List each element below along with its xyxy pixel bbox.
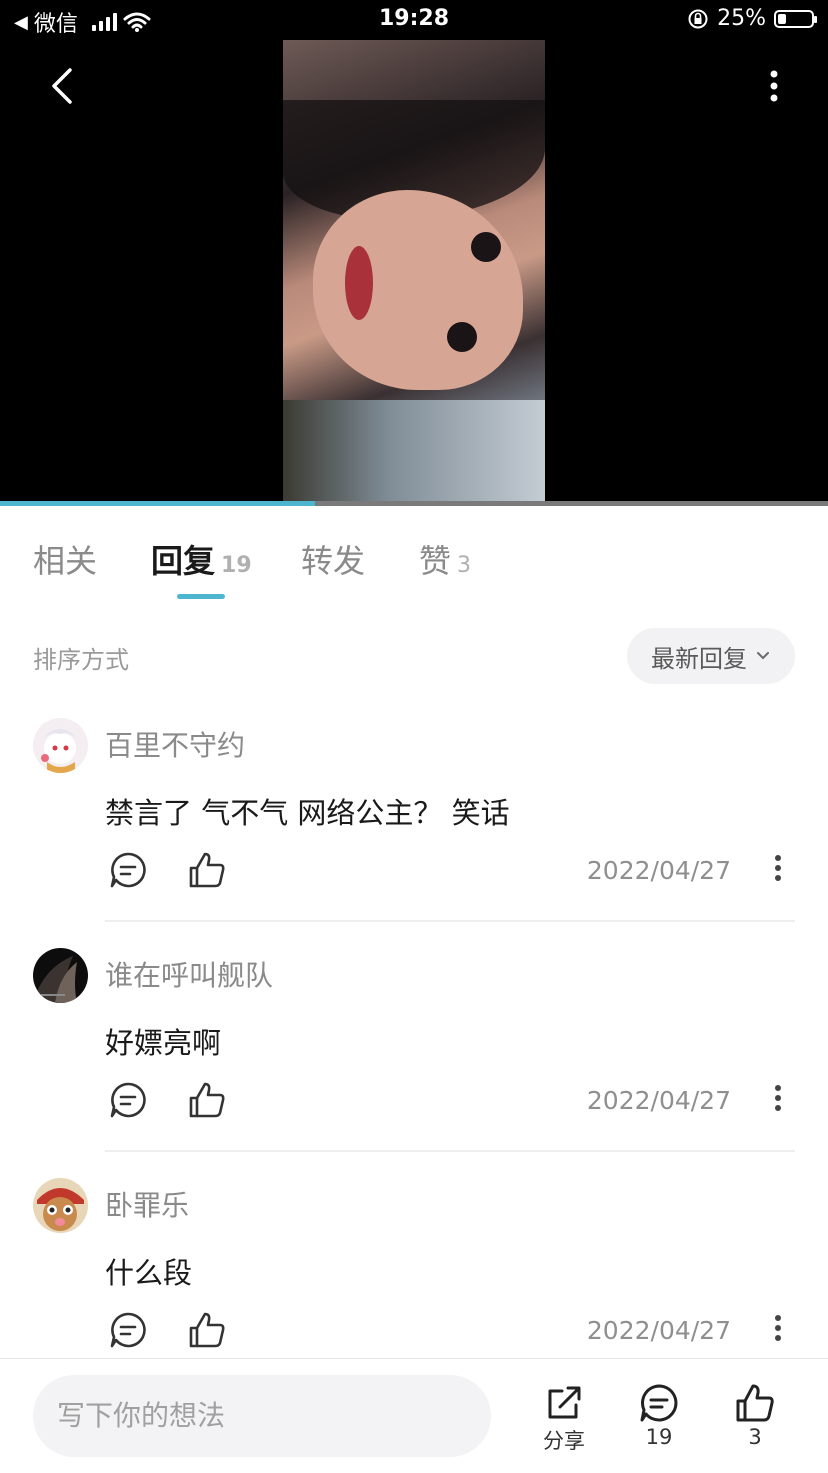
comment-more-button[interactable] [772,1082,784,1114]
comment-text: 什么段 [105,1256,193,1290]
tab-likes[interactable]: 赞3 [419,536,471,582]
video-image-part [471,232,501,262]
tab-label: 赞 [419,542,452,580]
video-progress-bar[interactable] [0,501,828,506]
sort-row: 排序方式 最新回复 [0,628,828,684]
status-right: 25% [687,6,817,31]
comment-username[interactable]: 卧罪乐 [105,1184,189,1224]
battery-percent: 25% [717,6,766,31]
reply-icon [110,852,146,888]
more-options-button[interactable] [764,68,784,104]
like-button[interactable] [187,1310,227,1350]
back-icon [52,68,72,104]
like-count-button[interactable]: 3 [723,1383,787,1449]
comment-username[interactable]: 百里不守约 [105,724,245,764]
bottom-bar: 写下你的想法 分享 19 3 [0,1358,828,1473]
reply-count-button[interactable]: 19 [627,1383,691,1449]
video-image-part [447,322,477,352]
more-vertical-icon [775,1315,781,1341]
video-image-part [345,246,373,320]
avatar-image [33,718,88,773]
share-icon [548,1386,581,1419]
tab-replies[interactable]: 回复 19 [151,536,252,582]
comment-username[interactable]: 谁在呼叫舰队 [105,954,273,994]
status-bar: ◀ 微信 19:28 25% [0,0,828,40]
reply-count: 19 [645,1425,673,1449]
comment-more-button[interactable] [772,852,784,884]
tab-count: 19 [221,553,252,578]
tab-bar: 相关 回复 19 转发 赞3 [0,520,828,600]
comment-text: 禁言了 气不气 网络公主？ 笑话 [105,796,510,830]
more-vertical-icon [775,1085,781,1111]
like-icon [189,1312,225,1348]
more-vertical-icon [775,855,781,881]
video-frame[interactable] [283,40,545,502]
reply-button[interactable] [108,850,148,890]
back-button[interactable] [40,62,84,110]
tab-label: 回复 [151,542,216,580]
comment-date: 2022/04/27 [586,1086,731,1115]
rotation-lock-icon [688,9,708,28]
comment-text: 好嫖亮啊 [105,1026,222,1060]
like-icon [189,852,225,888]
sort-label: 排序方式 [33,646,129,674]
share-label: 分享 [543,1429,585,1453]
divider [105,920,795,922]
comment-date: 2022/04/27 [586,1316,731,1345]
avatar-image [33,1178,88,1233]
reply-icon [110,1312,146,1348]
tab-reposts[interactable]: 转发 [301,536,365,582]
comment-date: 2022/04/27 [586,856,731,885]
tab-label: 相关 [33,542,98,580]
reply-icon [640,1384,678,1422]
share-button[interactable]: 分享 [532,1383,596,1455]
chevron-down-icon [757,652,769,660]
battery-icon [774,9,817,28]
comment-item[interactable]: 谁在呼叫舰队 好嫖亮啊 2022/04/27 [0,948,828,1178]
battery-fill [778,13,786,24]
reply-button[interactable] [108,1080,148,1120]
video-image-part [283,400,545,502]
tab-related[interactable]: 相关 [33,536,97,582]
comment-item[interactable]: 百里不守约 禁言了 气不气 网络公主？ 笑话 2022/04/27 [0,718,828,948]
comment-more-button[interactable] [772,1312,784,1344]
sort-current: 最新回复 [651,644,747,673]
video-progress-fill [0,501,315,506]
divider [105,1150,795,1152]
like-count: 3 [748,1425,762,1449]
more-vertical-icon [770,70,778,102]
video-player[interactable]: ◀ 微信 19:28 25% [0,0,828,506]
like-icon [189,1082,225,1118]
active-tab-indicator [177,594,225,599]
tab-label: 转发 [301,542,366,580]
tab-count: 3 [457,553,472,578]
reply-icon [110,1082,146,1118]
avatar[interactable] [33,1178,88,1233]
avatar-image [33,948,88,1003]
like-button[interactable] [187,1080,227,1120]
avatar[interactable] [33,948,88,1003]
comment-input[interactable]: 写下你的想法 [33,1375,491,1457]
like-icon [736,1384,774,1422]
sort-dropdown[interactable]: 最新回复 [627,628,795,684]
avatar[interactable] [33,718,88,773]
like-button[interactable] [187,850,227,890]
reply-button[interactable] [108,1310,148,1350]
